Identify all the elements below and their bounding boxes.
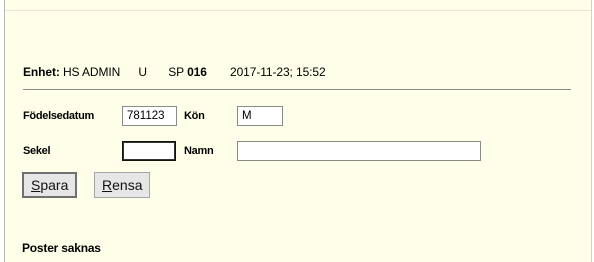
century-input[interactable] (122, 141, 176, 161)
birthdate-input[interactable] (122, 106, 177, 126)
status-message: Poster saknas (22, 241, 101, 255)
name-label: Namn (184, 145, 214, 157)
sp-value: 016 (187, 65, 207, 79)
save-button[interactable]: Spara (22, 172, 78, 198)
gender-input[interactable] (237, 106, 283, 126)
birthdate-label: Födelsedatum (23, 110, 94, 122)
unit-value: HS ADMIN (62, 65, 121, 79)
top-divider (5, 10, 591, 11)
session-datetime: 2017-11-23; 15:52 (230, 65, 326, 79)
clear-access-key: R (102, 177, 113, 193)
century-label: Sekel (23, 145, 51, 157)
u-flag: U (138, 65, 147, 79)
header-divider (23, 89, 571, 90)
session-header: Enhet: HS ADMIN U SP 016 2017-11-23; 15:… (23, 65, 326, 79)
save-access-key: S (31, 177, 41, 193)
gender-label: Kön (184, 110, 205, 122)
clear-button[interactable]: Rensa (94, 172, 151, 198)
name-input[interactable] (237, 141, 481, 161)
main-panel: Enhet: HS ADMIN U SP 016 2017-11-23; 15:… (4, 0, 592, 262)
save-label-rest: para (40, 177, 69, 193)
clear-label-rest: ensa (112, 177, 143, 193)
sp-label: SP (168, 65, 184, 79)
unit-label: Enhet: (23, 65, 60, 79)
